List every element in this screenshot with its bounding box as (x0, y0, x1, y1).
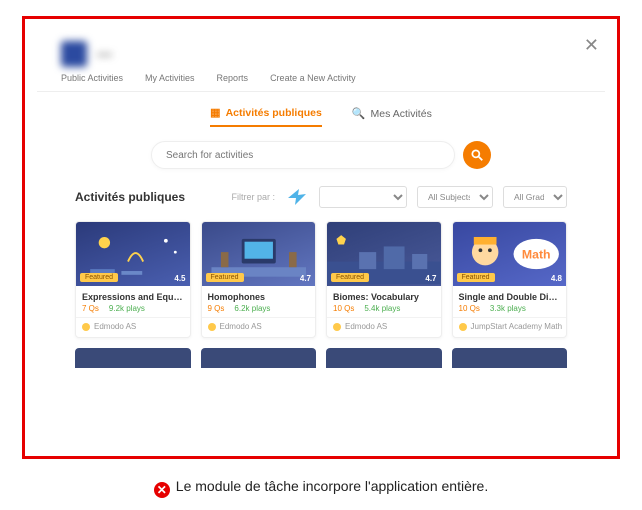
search-button[interactable] (463, 141, 491, 169)
activity-card[interactable]: Featured 4.7 Biomes: Vocabulary 10 Qs 5.… (326, 221, 442, 338)
card-author: Edmodo AS (76, 317, 190, 337)
figure-caption: ✕ Le module de tâche incorpore l'applicat… (0, 478, 642, 498)
error-icon: ✕ (154, 482, 170, 498)
card-rating: 4.5 (174, 274, 185, 283)
card-rating: 4.7 (300, 274, 311, 283)
activity-card[interactable]: Featured 4.5 Expressions and Equati… 7 Q… (75, 221, 191, 338)
activity-card[interactable]: Math Featured 4.8 Single and Double Digi… (452, 221, 568, 338)
tab-label: Activités publiques (226, 107, 322, 119)
task-module: ✕ — Public Activities My Activities Repo… (37, 29, 605, 456)
grid-icon: ▦ (210, 106, 220, 119)
tab-my-activities[interactable]: 🔍 Mes Activités (352, 106, 432, 127)
nav-reports[interactable]: Reports (217, 73, 249, 83)
featured-badge: Featured (206, 273, 244, 282)
author-avatar (459, 323, 467, 331)
activity-grid-row2 (37, 348, 605, 368)
card-title: Single and Double Digit… (453, 286, 567, 304)
card-meta: 10 Qs 3.3k plays (453, 304, 567, 317)
caption-text: Le module de tâche incorpore l'applicati… (176, 478, 488, 494)
activity-card-peek[interactable] (326, 348, 442, 368)
app-logo (61, 41, 87, 67)
card-thumbnail: Featured 4.5 (76, 222, 190, 286)
card-thumbnail: Featured 4.7 (202, 222, 316, 286)
card-title: Homophones (202, 286, 316, 304)
author-avatar (82, 323, 90, 331)
filter-subject-select[interactable]: All Subjects (417, 186, 493, 208)
card-plays: 5.4k plays (364, 304, 400, 313)
featured-badge: Featured (457, 273, 495, 282)
author-name: Edmodo AS (345, 322, 387, 331)
app-title: — (97, 46, 112, 63)
search-icon (470, 148, 484, 162)
card-author: Edmodo AS (327, 317, 441, 337)
author-name: Edmodo AS (220, 322, 262, 331)
activity-card[interactable]: Featured 4.7 Homophones 9 Qs 6.2k plays … (201, 221, 317, 338)
card-thumbnail: Featured 4.7 (327, 222, 441, 286)
search-input[interactable] (151, 141, 455, 169)
card-questions: 7 Qs (82, 304, 99, 313)
card-questions: 10 Qs (459, 304, 480, 313)
author-name: JumpStart Academy Math (471, 322, 563, 331)
search-row (151, 141, 491, 169)
card-rating: 4.8 (551, 274, 562, 283)
card-rating: 4.7 (425, 274, 436, 283)
activity-card-peek[interactable] (452, 348, 568, 368)
featured-badge: Featured (80, 273, 118, 282)
nav-my-activities[interactable]: My Activities (145, 73, 195, 83)
app-header: — (37, 29, 605, 67)
screenshot-frame: ✕ — Public Activities My Activities Repo… (22, 16, 620, 459)
tab-label: Mes Activités (371, 108, 432, 120)
filter-grade-select[interactable]: All Grades (503, 186, 567, 208)
section-title: Activités publiques (75, 190, 185, 204)
card-meta: 10 Qs 5.4k plays (327, 304, 441, 317)
author-avatar (208, 323, 216, 331)
svg-text:Math: Math (521, 248, 550, 262)
card-meta: 7 Qs 9.2k plays (76, 304, 190, 317)
card-meta: 9 Qs 6.2k plays (202, 304, 316, 317)
author-name: Edmodo AS (94, 322, 136, 331)
top-nav: Public Activities My Activities Reports … (37, 67, 605, 92)
nav-create-activity[interactable]: Create a New Activity (270, 73, 356, 83)
card-plays: 3.3k plays (490, 304, 526, 313)
content-tabs: ▦ Activités publiques 🔍 Mes Activités (37, 106, 605, 127)
card-plays: 9.2k plays (109, 304, 145, 313)
author-avatar (333, 323, 341, 331)
activity-card-peek[interactable] (201, 348, 317, 368)
card-author: JumpStart Academy Math (453, 317, 567, 337)
filter-label: Filtrer par : (231, 192, 275, 202)
filter-category-select[interactable] (319, 186, 407, 208)
activity-card-peek[interactable] (75, 348, 191, 368)
featured-badge: Featured (331, 273, 369, 282)
card-title: Expressions and Equati… (76, 286, 190, 304)
nav-public-activities[interactable]: Public Activities (61, 73, 123, 83)
card-title: Biomes: Vocabulary (327, 286, 441, 304)
card-thumbnail: Math Featured 4.8 (453, 222, 567, 286)
card-author: Edmodo AS (202, 317, 316, 337)
card-plays: 6.2k plays (234, 304, 270, 313)
tab-public-activities[interactable]: ▦ Activités publiques (210, 106, 322, 127)
search-icon: 🔍 (352, 107, 366, 120)
card-questions: 10 Qs (333, 304, 354, 313)
activity-grid: Featured 4.5 Expressions and Equati… 7 Q… (37, 221, 605, 338)
bird-icon (285, 185, 309, 209)
card-questions: 9 Qs (208, 304, 225, 313)
filter-row: Activités publiques Filtrer par : All Su… (37, 185, 605, 209)
